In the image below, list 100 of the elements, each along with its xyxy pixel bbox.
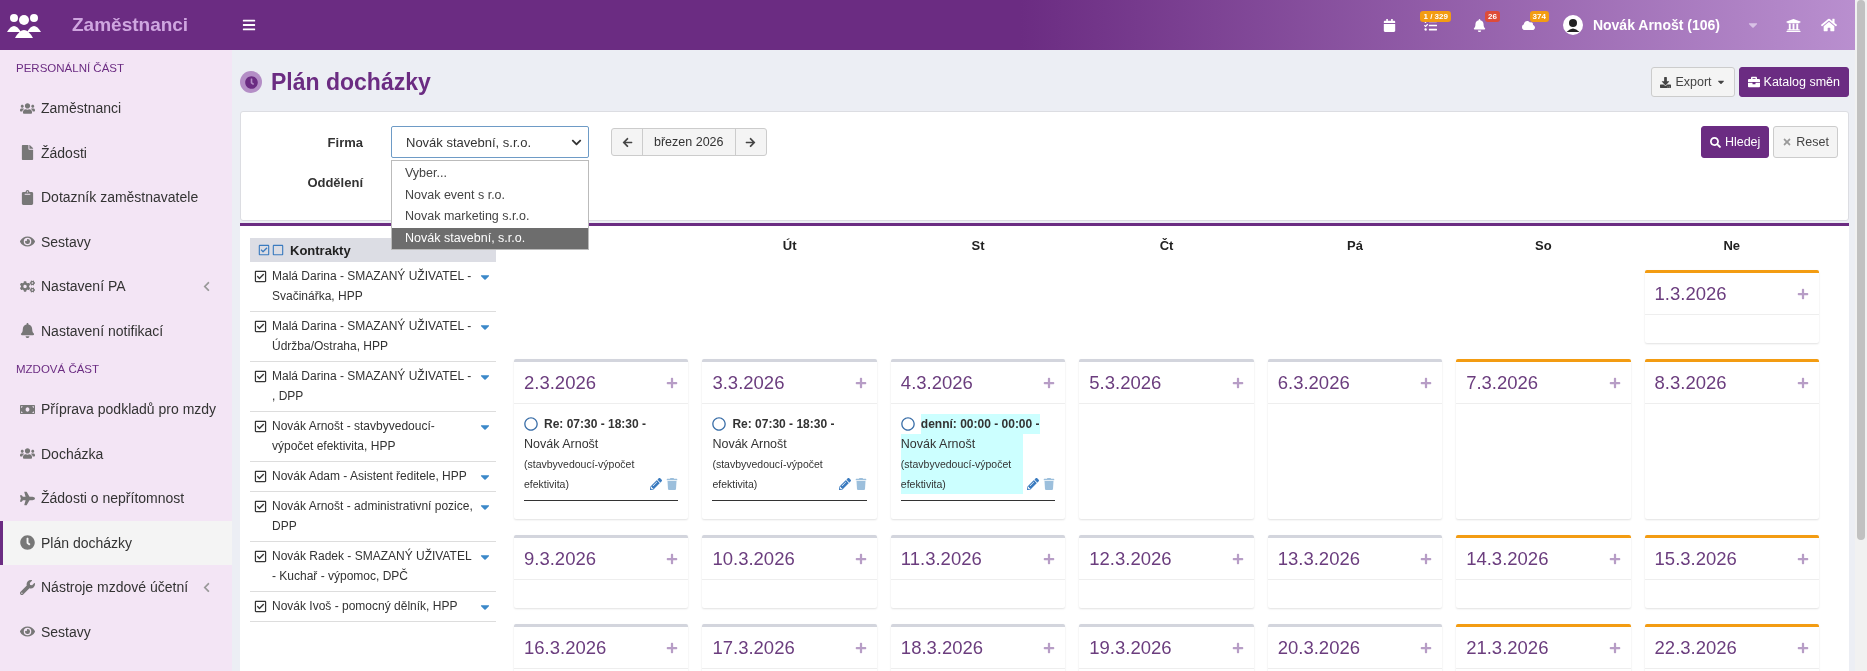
add-icon[interactable] [1608, 552, 1621, 565]
group-icon [6, 12, 42, 38]
day-date: 6.3.2026 [1277, 371, 1350, 394]
plane-icon [20, 490, 35, 506]
briefcase-icon [1747, 76, 1760, 88]
add-icon[interactable] [1043, 376, 1056, 389]
employee-position: Novák Arnošt (stavbyvedoucí-výpočet efektivita) [524, 436, 636, 492]
page-title: Plán docházky [271, 68, 431, 96]
add-icon[interactable] [854, 552, 867, 565]
avatar-icon [1562, 15, 1583, 35]
sidebar-item[interactable]: Sestavy [0, 219, 232, 264]
section-heading: PERSONÁLNÍ ČÁST [15, 61, 125, 76]
day-date: 15.3.2026 [1654, 547, 1737, 570]
day-date: 1.3.2026 [1654, 282, 1727, 305]
menu-icon[interactable] [242, 18, 256, 32]
sidebar-item[interactable]: Žádosti [0, 130, 232, 175]
add-icon[interactable] [666, 376, 679, 389]
contract-label: Novák Adam - Asistent ředitele, HPP [272, 468, 468, 485]
day-date: 14.3.2026 [1466, 547, 1549, 570]
add-icon[interactable] [1231, 641, 1244, 654]
add-icon[interactable] [1420, 552, 1433, 565]
day-date: 18.3.2026 [900, 636, 984, 659]
sidebar-item[interactable]: Sestavy [0, 609, 232, 654]
dropdown-option[interactable]: Novák stavební, s.r.o. [392, 227, 588, 249]
contract-label: Novák Arnošt - administrativní pozice, DPP [272, 498, 473, 535]
trash-icon[interactable] [1043, 478, 1056, 490]
add-icon[interactable] [1797, 641, 1809, 654]
home-icon[interactable] [1821, 17, 1837, 33]
weekday-header: Ne [1722, 238, 1742, 254]
pencil-icon[interactable] [1027, 478, 1040, 490]
search-button[interactable]: Hledej [1700, 126, 1770, 158]
pencil-icon[interactable] [838, 478, 851, 490]
add-icon[interactable] [1797, 552, 1809, 565]
sidebar-item[interactable]: Docházka [0, 431, 232, 476]
shift-time: Re: 07:30 - 18:30 - [544, 416, 647, 433]
users-icon [20, 446, 35, 462]
add-icon[interactable] [1608, 376, 1621, 389]
field-label: Firma [326, 134, 364, 150]
day-date: 5.3.2026 [1089, 371, 1162, 394]
day-date: 10.3.2026 [712, 547, 795, 570]
calendar-icon[interactable] [1382, 18, 1396, 32]
add-icon[interactable] [1608, 641, 1621, 654]
bell-icon [20, 323, 35, 339]
check-all-icon[interactable] [258, 244, 270, 256]
weekday-header: Čt [1158, 238, 1175, 254]
file-icon [20, 145, 35, 161]
add-icon[interactable] [1231, 376, 1244, 389]
export-button[interactable]: Export [1651, 67, 1735, 97]
sidebar-item[interactable]: Žádosti o nepřítomnost [0, 476, 232, 521]
add-icon[interactable] [1797, 376, 1809, 389]
day-date: 17.3.2026 [712, 636, 795, 659]
wrench-icon [20, 579, 35, 595]
month-label: březen 2026 [642, 129, 736, 155]
day-date: 20.3.2026 [1277, 636, 1360, 659]
sidebar-item[interactable]: Plán docházky [0, 520, 232, 565]
add-icon[interactable] [666, 641, 679, 654]
field-label: Oddělení [306, 174, 365, 190]
add-icon[interactable] [666, 552, 679, 565]
contract-label: Novák Radek - SMAZANÝ UŽIVATEL - Kuchař - výpomoc, DPČ [272, 547, 473, 585]
add-icon[interactable] [854, 641, 867, 654]
add-icon[interactable] [1043, 552, 1056, 565]
weekday-header: St [970, 238, 986, 254]
day-date: 7.3.2026 [1466, 371, 1539, 394]
reset-button[interactable]: Reset [1773, 126, 1838, 158]
contract-label: Malá Darina - SMAZANÝ UŽIVATEL - Svačinářka, HPP [272, 267, 473, 305]
arrow-right-icon [745, 136, 756, 148]
day-date: 8.3.2026 [1654, 371, 1727, 394]
count-badge: 26 [1485, 10, 1500, 22]
company-select[interactable]: Novák stavební, s.r.o. [391, 126, 589, 158]
add-icon[interactable] [1420, 641, 1433, 654]
clock-icon [240, 71, 262, 93]
day-date: 11.3.2026 [900, 547, 982, 570]
trash-icon[interactable] [854, 478, 867, 490]
day-date: 9.3.2026 [524, 547, 596, 570]
shift-time: Re: 07:30 - 18:30 - [732, 416, 835, 433]
day-date: 3.3.2026 [712, 371, 785, 394]
add-icon[interactable] [854, 376, 867, 389]
day-date: 19.3.2026 [1089, 636, 1172, 659]
sidebar-item[interactable]: Dotazník zaměstnavatele [0, 175, 232, 220]
trash-icon[interactable] [666, 478, 679, 490]
add-icon[interactable] [1420, 376, 1433, 389]
add-icon[interactable] [1043, 641, 1056, 654]
clock-icon [20, 535, 35, 551]
bank-icon[interactable] [1786, 17, 1801, 33]
eye-icon [20, 234, 35, 250]
catalog-button[interactable]: Katalog směn [1738, 67, 1849, 97]
uncheck-all-icon[interactable] [272, 244, 284, 256]
sidebar-item[interactable]: Zaměstnanci [0, 86, 232, 131]
day-date: 4.3.2026 [900, 371, 973, 394]
sidebar-item[interactable]: Nástroje mzdové účetní [0, 565, 232, 610]
weekday-header: Út [781, 238, 798, 254]
sidebar-item[interactable]: Příprava podkladů pro mzdy [0, 387, 232, 432]
count-badge: 1 / 329 [1420, 10, 1451, 22]
sidebar-item[interactable]: Nastavení notifikací [0, 308, 232, 353]
sidebar-item[interactable]: Nastavení PA [0, 264, 232, 309]
pencil-icon[interactable] [650, 478, 663, 490]
scrollbar[interactable] [1855, 0, 1867, 671]
add-icon[interactable] [1231, 552, 1244, 565]
add-icon[interactable] [1797, 287, 1809, 300]
count-badge: 374 [1529, 10, 1549, 22]
